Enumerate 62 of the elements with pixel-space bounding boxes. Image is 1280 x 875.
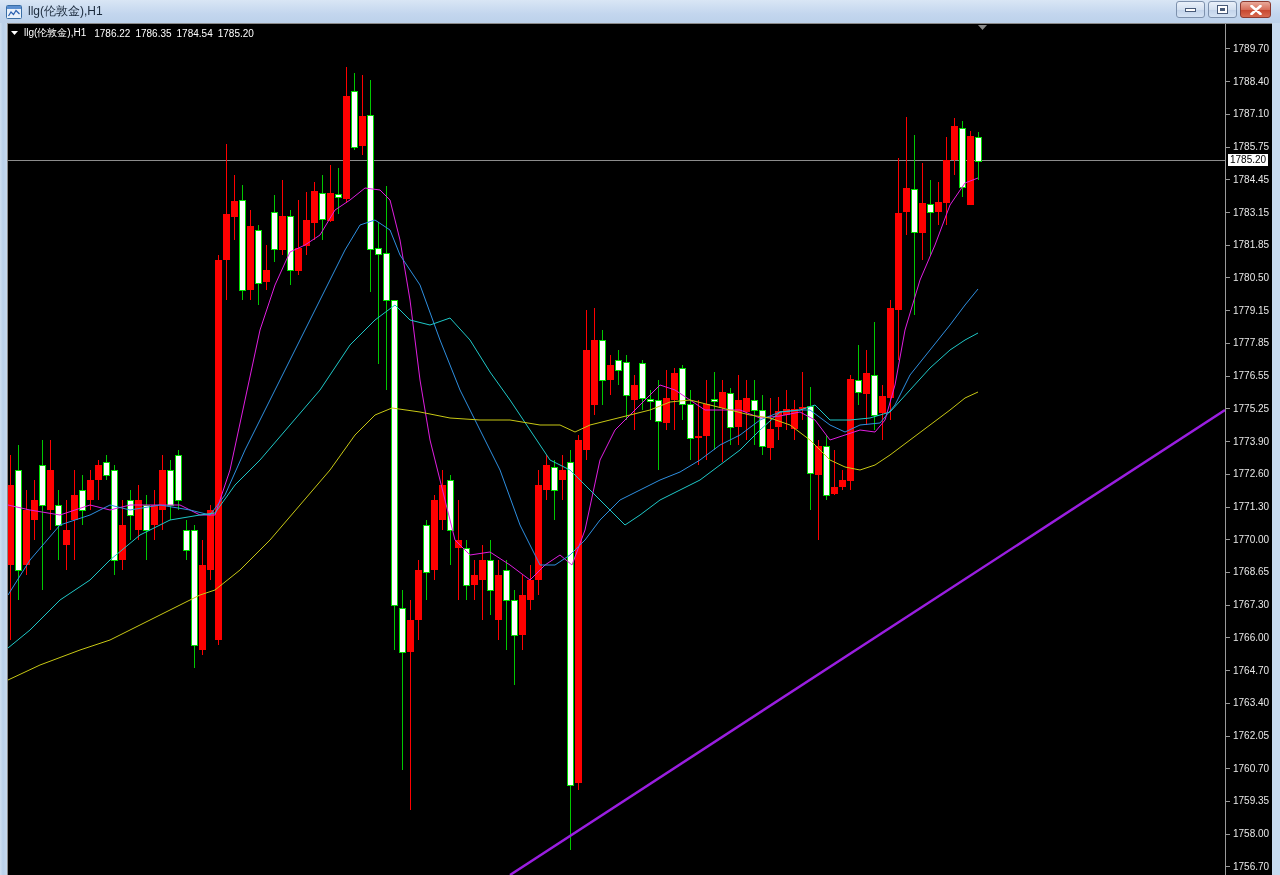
axis-label: 1756.70 [1233, 860, 1270, 873]
axis-label: 1771.30 [1233, 501, 1270, 513]
axis-label: 1777.85 [1233, 337, 1270, 350]
axis-label: 1758.00 [1233, 828, 1270, 841]
axis-label: 1789.70 [1233, 42, 1270, 55]
falling-candle [271, 194, 278, 263]
minimize-button[interactable] [1176, 1, 1205, 18]
chart-symbol: llg(伦敦金),H1 [24, 26, 87, 40]
axis-label: 1770.00 [1233, 533, 1270, 546]
current-price-label: 1785.20 [1228, 154, 1269, 166]
axis-label: 1766.00 [1233, 631, 1270, 644]
window-title: llg(伦敦金),H1 [28, 3, 103, 20]
axis-label: 1773.90 [1233, 435, 1270, 448]
falling-candle [463, 539, 470, 601]
rising-candle [263, 244, 270, 291]
rising-candle [135, 484, 142, 541]
axis-label: 1779.15 [1233, 304, 1270, 317]
falling-candle [79, 474, 86, 526]
maximize-button[interactable] [1208, 1, 1237, 18]
axis-label: 1775.25 [1233, 402, 1270, 415]
price-value: 1786.35 [135, 27, 172, 39]
triangle-marker-icon[interactable] [978, 25, 987, 30]
minimize-icon [1185, 7, 1196, 12]
axis-label: 1783.15 [1233, 206, 1270, 219]
falling-candle [823, 434, 830, 501]
rising-candle [559, 454, 566, 501]
price-value: 1784.54 [176, 27, 213, 39]
falling-candle [727, 387, 734, 446]
rising-candle [607, 354, 614, 396]
axis-label: 1760.70 [1233, 762, 1270, 775]
axis-label: 1787.10 [1233, 108, 1270, 121]
axis-label: 1763.40 [1233, 697, 1270, 710]
close-button[interactable] [1240, 1, 1271, 18]
price-value: 1785.20 [217, 27, 254, 39]
caret-icon[interactable] [11, 31, 18, 35]
falling-candle [335, 167, 342, 215]
rising-candle [119, 499, 126, 571]
trend-line[interactable] [509, 408, 1225, 875]
axis-label: 1784.45 [1233, 173, 1270, 186]
axis-label: 1764.70 [1233, 664, 1270, 677]
axis-label: 1767.30 [1233, 599, 1270, 612]
close-icon [1249, 4, 1262, 15]
chart-window-icon [6, 3, 22, 20]
axis-label: 1768.65 [1233, 566, 1270, 579]
axis-label: 1776.55 [1233, 370, 1270, 383]
axis-label: 1762.05 [1233, 730, 1270, 743]
falling-candle [975, 131, 982, 181]
falling-candle [55, 489, 62, 561]
rising-candle [327, 164, 334, 223]
falling-candle [551, 459, 558, 521]
axis-label: 1772.60 [1233, 468, 1270, 481]
rising-candle [631, 374, 638, 431]
axis-label: 1780.50 [1233, 272, 1270, 284]
axis-label: 1781.85 [1233, 239, 1270, 252]
price-value: 1786.22 [94, 27, 131, 39]
axis-label: 1785.75 [1233, 141, 1270, 154]
falling-candle [143, 494, 150, 561]
axis-label: 1759.35 [1233, 795, 1270, 808]
falling-candle [319, 174, 326, 241]
axis-label: 1788.40 [1233, 75, 1270, 88]
maximize-icon [1217, 5, 1228, 14]
falling-candle [855, 344, 862, 406]
